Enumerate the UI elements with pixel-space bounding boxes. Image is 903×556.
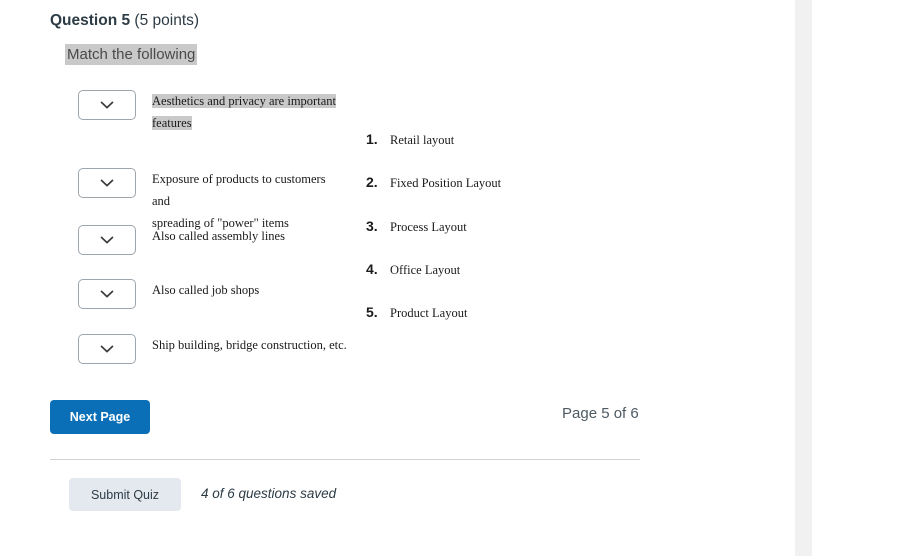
match-answer-dropdown-1[interactable] xyxy=(78,90,136,120)
submit-quiz-button[interactable]: Submit Quiz xyxy=(69,478,181,511)
answer-option-label: Fixed Position Layout xyxy=(390,176,502,191)
chevron-down-icon xyxy=(100,290,114,298)
match-item-text-line1: Aesthetics and privacy are important xyxy=(152,94,336,108)
match-row: Also called job shops xyxy=(78,279,259,309)
match-item-text: Also called assembly lines xyxy=(152,225,285,247)
answer-option: 5. Product Layout xyxy=(366,304,596,347)
match-item-text-line1: Also called job shops xyxy=(152,283,260,297)
answer-option-label: Process Layout xyxy=(390,219,467,234)
question-prompt: Match the following xyxy=(65,44,198,65)
answer-option-number: 2. xyxy=(366,174,378,191)
answer-option: 1. Retail layout xyxy=(366,131,596,174)
chevron-down-icon xyxy=(100,179,114,187)
match-row: Aesthetics and privacy are important fea… xyxy=(78,90,336,134)
chevron-down-icon xyxy=(100,236,114,244)
match-row: Ship building, bridge construction, etc. xyxy=(78,334,347,364)
match-answer-dropdown-4[interactable] xyxy=(78,279,136,309)
match-answer-dropdown-3[interactable] xyxy=(78,225,136,255)
page-outer-margin xyxy=(812,0,903,556)
match-item-text: Aesthetics and privacy are important fea… xyxy=(152,90,336,134)
match-item-text-line1: Also called assembly lines xyxy=(152,229,285,243)
page-gutter xyxy=(795,0,812,556)
questions-saved-status: 4 of 6 questions saved xyxy=(201,486,337,501)
quiz-content-area: Question 5 (5 points) Match the followin… xyxy=(0,0,795,556)
chevron-down-icon xyxy=(100,345,114,353)
question-title: Question 5 xyxy=(50,12,131,29)
answer-option: 2. Fixed Position Layout xyxy=(366,174,596,217)
match-item-text: Ship building, bridge construction, etc. xyxy=(152,334,347,356)
answer-option: 3. Process Layout xyxy=(366,218,596,261)
answer-option-label: Office Layout xyxy=(390,262,461,277)
match-item-text-line1: Ship building, bridge construction, etc. xyxy=(152,338,347,352)
match-row: Also called assembly lines xyxy=(78,225,285,255)
answer-option: 4. Office Layout xyxy=(366,261,596,304)
page-indicator: Page 5 of 6 xyxy=(562,405,639,422)
question-points: (5 points) xyxy=(134,12,200,29)
match-item-text-line2: features xyxy=(152,116,192,130)
answer-option-number: 3. xyxy=(366,217,378,234)
footer-divider xyxy=(50,459,640,460)
question-header: Question 5 (5 points) xyxy=(50,11,199,31)
chevron-down-icon xyxy=(100,101,114,109)
answer-option-label: Retail layout xyxy=(390,133,455,147)
next-page-button[interactable]: Next Page xyxy=(50,400,150,434)
answer-option-number: 5. xyxy=(366,304,378,321)
answer-option-number: 4. xyxy=(366,260,378,277)
match-item-text-line1: Exposure of products to customers and xyxy=(152,172,326,208)
match-answer-dropdown-2[interactable] xyxy=(78,168,136,198)
answer-option-label: Product Layout xyxy=(390,306,468,321)
answer-option-number: 1. xyxy=(366,131,378,147)
match-item-text: Also called job shops xyxy=(152,279,259,301)
answer-options-list: 1. Retail layout 2. Fixed Position Layou… xyxy=(366,131,596,347)
match-answer-dropdown-5[interactable] xyxy=(78,334,136,364)
